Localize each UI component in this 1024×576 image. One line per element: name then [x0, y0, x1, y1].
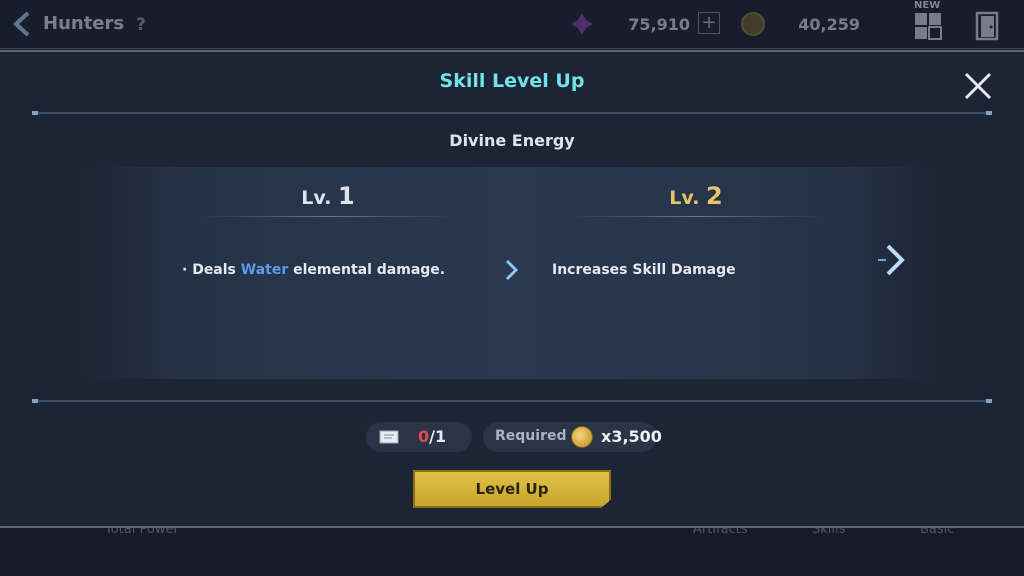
- element-water: Water: [240, 262, 289, 278]
- gold-count: 40,259: [798, 15, 860, 34]
- skill-name: Divine Energy: [449, 131, 575, 150]
- new-badge: NEW: [914, 0, 941, 11]
- close-icon[interactable]: [962, 70, 994, 102]
- current-level-description: · Deals Water elemental damage.: [182, 262, 445, 278]
- current-desc-post: elemental damage.: [288, 262, 446, 278]
- background-bottom-bar: Total Power Artifacts Skills Basic: [0, 522, 1024, 576]
- current-level-number: 1: [338, 182, 355, 210]
- gold-coin-icon: [741, 12, 765, 36]
- next-page-arrow-icon[interactable]: [876, 242, 908, 278]
- gem-count: 75,910: [628, 15, 690, 34]
- material-count: 0/1: [418, 427, 446, 446]
- menu-grid-icon[interactable]: [914, 12, 942, 40]
- divider-top: [32, 111, 992, 115]
- chevron-right-icon: [505, 259, 519, 281]
- current-level-prefix: Lv.: [301, 187, 332, 209]
- level-up-button[interactable]: Level Up: [413, 470, 611, 508]
- gold-cost: Required x3,500: [483, 422, 662, 452]
- divider-bottom: [32, 399, 992, 403]
- top-bar: Hunters ? 75,910 + 40,259 NEW: [0, 0, 1024, 49]
- dialog-title: Skill Level Up: [439, 70, 585, 92]
- scroll-icon: [379, 430, 399, 444]
- gem-icon: [571, 13, 593, 35]
- skill-scroll-material: 0/1: [366, 422, 472, 452]
- material-need: /1: [429, 427, 447, 446]
- add-gems-button[interactable]: +: [698, 12, 720, 34]
- help-icon[interactable]: ?: [136, 15, 146, 35]
- required-label: Required: [495, 428, 567, 444]
- back-arrow-icon[interactable]: [10, 10, 36, 38]
- next-level-prefix: Lv.: [669, 187, 700, 209]
- gold-coin-icon: [571, 426, 593, 448]
- current-level: Lv. 1: [178, 182, 478, 210]
- next-level: Lv. 2: [546, 182, 846, 210]
- material-have: 0: [418, 427, 430, 446]
- page-title: Hunters: [43, 13, 125, 34]
- skill-level-up-dialog: Skill Level Up Divine Energy Lv. 1 Lv. 2…: [0, 50, 1024, 528]
- required-amount: x3,500: [601, 427, 662, 446]
- next-level-underline: [572, 216, 822, 217]
- exit-door-icon[interactable]: [975, 11, 999, 41]
- current-level-underline: [202, 216, 452, 217]
- current-desc-pre: · Deals: [182, 262, 241, 278]
- next-level-number: 2: [706, 182, 723, 210]
- next-level-description: Increases Skill Damage: [552, 262, 736, 278]
